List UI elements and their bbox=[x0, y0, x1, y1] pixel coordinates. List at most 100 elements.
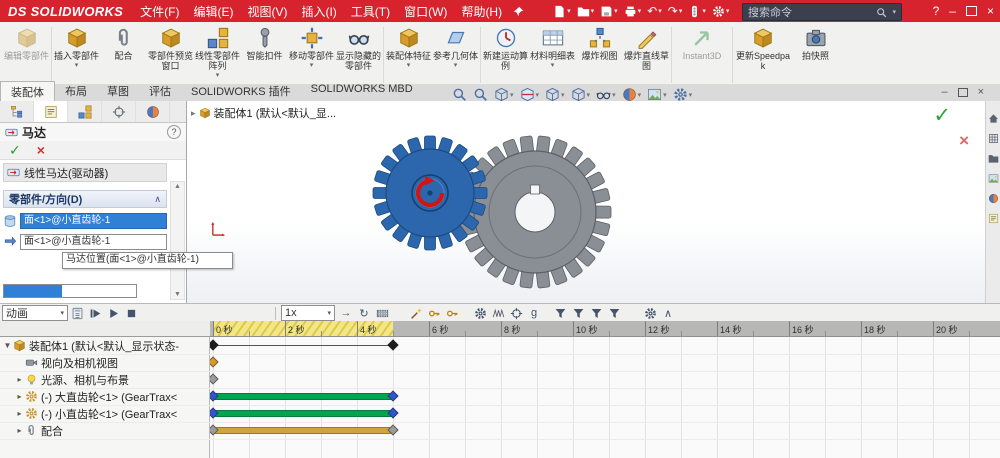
file-explorer-button[interactable] bbox=[988, 153, 999, 164]
ribbon-button-10[interactable]: 新建运动算例 bbox=[482, 24, 529, 71]
panel-scrollbar[interactable]: ▲ ▼ bbox=[170, 181, 185, 300]
motion-tree-row-3[interactable]: ▸ (-) 大直齿轮<1> (GearTrax< bbox=[0, 388, 209, 405]
close-button[interactable]: × bbox=[987, 4, 994, 18]
add-update-key-button[interactable] bbox=[443, 305, 461, 321]
design-library-button[interactable] bbox=[988, 133, 999, 144]
calculate-button[interactable] bbox=[68, 305, 86, 321]
commandmanager-tab-2[interactable]: 草图 bbox=[97, 81, 139, 101]
ok-button[interactable]: ✓ bbox=[9, 142, 21, 159]
timeline-bar[interactable] bbox=[213, 427, 393, 434]
commandmanager-tab-0[interactable]: 装配体 bbox=[0, 81, 55, 101]
apply-scene-button[interactable]: ▾ bbox=[647, 87, 667, 102]
play-button[interactable] bbox=[104, 305, 122, 321]
commandmanager-tab-1[interactable]: 布局 bbox=[55, 81, 97, 101]
displaymanager-tab[interactable] bbox=[136, 101, 170, 122]
view-orientation-button[interactable]: ▾ bbox=[545, 87, 565, 102]
motor-direction-field[interactable]: 面<1>@小直齿轮-1 bbox=[20, 234, 167, 250]
ribbon-button-2[interactable]: 配合 bbox=[100, 24, 147, 61]
study-type-combo[interactable]: 动画 ▾ bbox=[2, 305, 68, 321]
minimize-button[interactable]: – bbox=[949, 4, 956, 18]
timeline-bar[interactable] bbox=[213, 393, 393, 400]
pin-icon[interactable] bbox=[513, 6, 524, 17]
custom-properties-button[interactable] bbox=[988, 213, 999, 224]
menu-item-3[interactable]: 插入(I) bbox=[294, 2, 343, 21]
ribbon-button-9[interactable]: 参考几何体 ▾ bbox=[432, 24, 479, 69]
featuremanager-tab[interactable] bbox=[0, 101, 34, 122]
motion-study-properties-button[interactable] bbox=[641, 305, 659, 321]
configurationmanager-tab[interactable] bbox=[68, 101, 102, 122]
zoom-fit-button[interactable] bbox=[452, 87, 467, 102]
rebuild-button[interactable]: ▾ bbox=[688, 5, 706, 18]
reverse-direction-icon[interactable] bbox=[3, 235, 17, 249]
section-view-button[interactable]: ▾ bbox=[520, 87, 539, 102]
expand-arrow-icon[interactable]: ▸ bbox=[14, 426, 25, 435]
doc-restore-button[interactable] bbox=[957, 87, 968, 97]
edit-appearance-button[interactable]: ▾ bbox=[622, 87, 641, 102]
propertymanager-tab[interactable] bbox=[34, 101, 68, 122]
search-commands-box[interactable]: 搜索命令 ▾ bbox=[742, 3, 902, 21]
spring-button[interactable] bbox=[489, 305, 507, 321]
timeline-bar[interactable] bbox=[213, 410, 393, 417]
zoom-to-area-button[interactable] bbox=[473, 87, 488, 102]
menu-item-1[interactable]: 编辑(E) bbox=[186, 2, 240, 21]
expand-arrow-icon[interactable]: ▼ bbox=[2, 341, 13, 350]
help-icon[interactable]: ? bbox=[167, 125, 181, 139]
appearances-button[interactable] bbox=[988, 193, 999, 204]
filter-results-button[interactable] bbox=[605, 305, 623, 321]
ribbon-button-1[interactable]: 插入零部件 ▾ bbox=[53, 24, 100, 69]
play-from-start-button[interactable] bbox=[86, 305, 104, 321]
loop-button[interactable]: ↻ bbox=[355, 305, 373, 321]
redo-button[interactable]: ↷ ▾ bbox=[668, 5, 683, 17]
cancel-x-icon[interactable]: × bbox=[959, 131, 969, 151]
key-diamond[interactable] bbox=[387, 339, 399, 351]
view-palette-button[interactable] bbox=[988, 173, 999, 184]
graphics-area[interactable]: ▸ 装配体1 (默认<默认_显... ✓ × bbox=[186, 101, 985, 303]
menu-item-4[interactable]: 工具(T) bbox=[344, 2, 397, 21]
menu-item-5[interactable]: 窗口(W) bbox=[397, 2, 454, 21]
ribbon-button-13[interactable]: 爆炸直线草图 bbox=[623, 24, 670, 71]
playback-speed-combo[interactable]: 1x ▾ bbox=[281, 305, 335, 321]
ribbon-button-5[interactable]: 智能扣件 bbox=[241, 24, 288, 61]
save-button[interactable]: ▾ bbox=[600, 5, 618, 18]
help-button[interactable]: ? bbox=[933, 4, 940, 18]
menu-item-2[interactable]: 视图(V) bbox=[240, 2, 294, 21]
search-caret-icon[interactable]: ▾ bbox=[892, 8, 896, 16]
flyout-expand-icon[interactable]: ▸ bbox=[191, 108, 196, 119]
undo-button[interactable]: ↶ ▾ bbox=[647, 5, 662, 17]
motor-location-field[interactable]: 面<1>@小直齿轮-1 bbox=[20, 213, 167, 229]
previous-view-button[interactable]: ▾ bbox=[494, 87, 514, 102]
scroll-up-arrow[interactable]: ▲ bbox=[171, 183, 184, 190]
dimxpertmanager-tab[interactable] bbox=[102, 101, 136, 122]
ribbon-button-6[interactable]: 移动零部件 ▾ bbox=[288, 24, 335, 69]
motor-button[interactable] bbox=[471, 305, 489, 321]
filter-selected-button[interactable] bbox=[587, 305, 605, 321]
display-style-button[interactable]: ▾ bbox=[571, 87, 590, 102]
cancel-button[interactable]: × bbox=[37, 142, 45, 158]
ribbon-button-0[interactable]: 编辑零部件 bbox=[3, 24, 50, 61]
motion-tree-row-1[interactable]: 视向及相机视图 bbox=[0, 354, 209, 371]
motor-speed-field[interactable] bbox=[3, 284, 137, 298]
feature-tree-flyout[interactable]: ▸ 装配体1 (默认<默认_显... bbox=[191, 105, 336, 121]
stop-button[interactable] bbox=[122, 305, 140, 321]
expand-arrow-icon[interactable]: ▸ bbox=[14, 375, 25, 384]
ribbon-button-14[interactable]: Instant3D bbox=[673, 24, 731, 61]
ribbon-button-7[interactable]: 显示隐藏的零部件 bbox=[335, 24, 382, 71]
print-button[interactable]: ▾ bbox=[624, 5, 641, 18]
motion-tree-row-2[interactable]: ▸ 光源、相机与布景 bbox=[0, 371, 209, 388]
gravity-button[interactable]: g bbox=[525, 305, 543, 321]
timeline-ruler[interactable]: 0 秒 2 秒 4 秒 6 秒 8 秒 10 秒 12 秒 14 秒 16 秒 18 秒 20 秒 bbox=[210, 321, 1000, 337]
ribbon-button-16[interactable]: 拍快照 bbox=[792, 24, 839, 61]
save-animation-button[interactable] bbox=[373, 305, 391, 321]
ribbon-button-15[interactable]: 更新Speedpak bbox=[734, 24, 792, 71]
ribbon-button-4[interactable]: 线性零部件阵列 ▾ bbox=[194, 24, 241, 79]
group-header-component-direction[interactable]: 零部件/方向(D) ∧ bbox=[3, 190, 167, 208]
commandmanager-tab-5[interactable]: SOLIDWORKS MBD bbox=[301, 81, 423, 101]
collapse-chevron-icon[interactable]: ∧ bbox=[154, 194, 161, 205]
options-button[interactable]: ▾ bbox=[712, 5, 729, 18]
filter-driving-button[interactable] bbox=[569, 305, 587, 321]
scroll-down-arrow[interactable]: ▼ bbox=[171, 291, 184, 298]
hide-show-items-button[interactable]: ▾ bbox=[596, 87, 616, 102]
ribbon-button-3[interactable]: 零部件预览窗口 bbox=[147, 24, 194, 71]
menu-item-0[interactable]: 文件(F) bbox=[133, 2, 186, 21]
motion-tree-row-4[interactable]: ▸ (-) 小直齿轮<1> (GearTrax< bbox=[0, 405, 209, 422]
